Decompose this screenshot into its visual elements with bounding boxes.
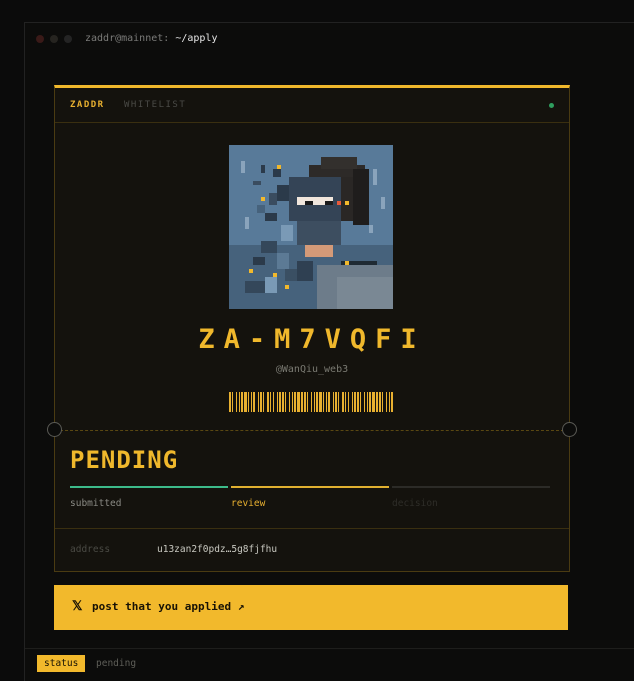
address-label: address bbox=[70, 544, 111, 555]
whitelist-ticket-card: ZADDR WHITELIST ZA-M7VQFI @WanQiu_web3 P… bbox=[47, 85, 577, 572]
title-path: ~/apply bbox=[175, 33, 218, 44]
post-applied-label: post that you applied ↗ bbox=[92, 600, 245, 613]
post-applied-button[interactable]: 𝕏 post that you applied ↗ bbox=[54, 585, 568, 630]
section-label: WHITELIST bbox=[124, 100, 187, 110]
step-submitted: submitted bbox=[70, 498, 122, 509]
status-value: pending bbox=[96, 658, 137, 669]
user-handle: @WanQiu_web3 bbox=[275, 364, 349, 375]
pixel-avatar bbox=[229, 145, 393, 309]
terminal-window: zaddr@mainnet: ~/apply ZADDR WHITELIST Z… bbox=[24, 22, 634, 681]
ticket-notch-left bbox=[47, 422, 62, 437]
status-tag: status bbox=[37, 655, 86, 672]
progress-track-decision bbox=[392, 486, 550, 488]
card-header: ZADDR WHITELIST bbox=[55, 88, 569, 123]
brand-label: ZADDR bbox=[70, 100, 105, 110]
progress-track-review bbox=[231, 486, 389, 488]
live-indicator-dot bbox=[549, 103, 554, 108]
progress-track-submitted bbox=[70, 486, 228, 488]
perforation-line bbox=[55, 430, 569, 431]
x-logo-icon: 𝕏 bbox=[72, 599, 83, 614]
minimize-window-dot[interactable] bbox=[50, 35, 58, 43]
address-value: u13zan2f0pdz…5g8fjfhu bbox=[157, 544, 278, 555]
address-row: address u13zan2f0pdz…5g8fjfhu bbox=[55, 528, 569, 572]
maximize-window-dot[interactable] bbox=[64, 35, 72, 43]
title-prefix: zaddr@mainnet: bbox=[85, 33, 170, 44]
title-bar: zaddr@mainnet: ~/apply bbox=[25, 23, 634, 55]
status-bar: status pending bbox=[25, 648, 634, 681]
step-review: review bbox=[231, 498, 266, 509]
token-id: ZA-M7VQFI bbox=[198, 324, 426, 355]
window-title: zaddr@mainnet: ~/apply bbox=[85, 33, 217, 44]
barcode bbox=[229, 392, 393, 412]
application-status: PENDING bbox=[70, 446, 179, 474]
ticket-notch-right bbox=[562, 422, 577, 437]
close-window-dot[interactable] bbox=[36, 35, 44, 43]
step-decision: decision bbox=[392, 498, 438, 509]
